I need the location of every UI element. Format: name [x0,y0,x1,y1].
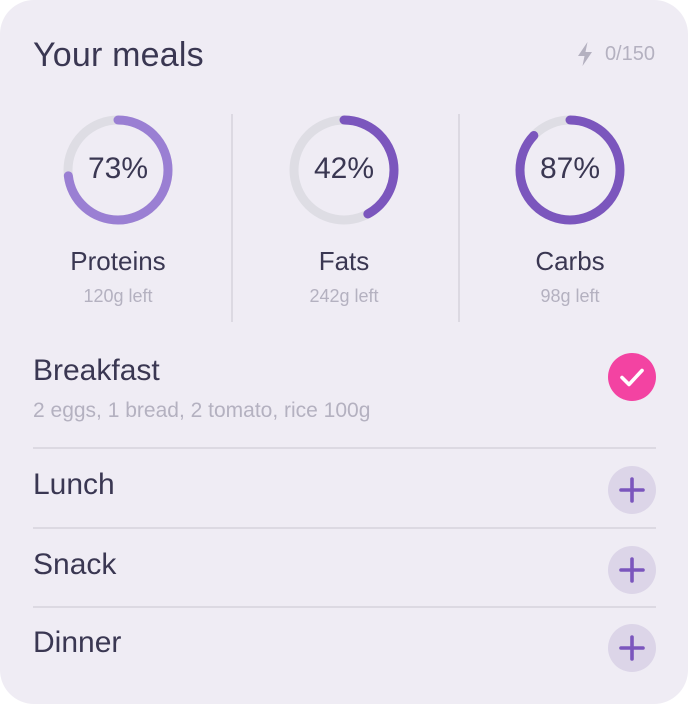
plus-icon [619,635,645,661]
divider [33,527,656,529]
energy-counter: 0/150 [575,40,655,68]
meal-done-button[interactable] [608,353,656,401]
macro-proteins: 73% Proteins 120g left [5,110,231,324]
meals-card: Your meals 0/150 73% Proteins 120g left … [0,0,688,704]
macro-percent: 42% [313,152,375,185]
macro-label: Proteins [70,246,166,276]
plus-icon [619,477,645,503]
page-title: Your meals [33,36,204,74]
meal-name: Snack [33,548,117,581]
add-dinner-button[interactable] [608,624,656,672]
lightning-icon [577,42,592,66]
meal-name: Breakfast [33,354,160,387]
macro-label: Fats [318,246,370,276]
meal-description: 2 eggs, 1 bread, 2 tomato, rice 100g [33,399,371,422]
macro-remaining: 98g left [540,286,600,306]
macro-percent: 73% [87,152,149,185]
energy-count: 0/150 [604,43,655,65]
macro-label: Carbs [535,246,605,276]
meal-snack[interactable]: Snack [33,546,656,594]
macro-percent: 87% [539,152,601,185]
meal-dinner[interactable]: Dinner [33,624,656,672]
add-lunch-button[interactable] [608,466,656,514]
macro-carbs: 87% Carbs 98g left [457,110,683,324]
macro-remaining: 242g left [309,286,379,306]
meal-breakfast[interactable]: Breakfast 2 eggs, 1 bread, 2 tomato, ric… [33,352,656,432]
macro-fats: 42% Fats 242g left [231,110,457,324]
check-icon [620,368,644,387]
divider [33,606,656,608]
macros-section: 73% Proteins 120g left 42% Fats 242g lef… [0,110,688,324]
meal-lunch[interactable]: Lunch [33,466,656,514]
meal-name: Dinner [33,626,122,659]
add-snack-button[interactable] [608,546,656,594]
divider [33,447,656,449]
macro-remaining: 120g left [83,286,153,306]
plus-icon [619,557,645,583]
meal-name: Lunch [33,468,115,501]
